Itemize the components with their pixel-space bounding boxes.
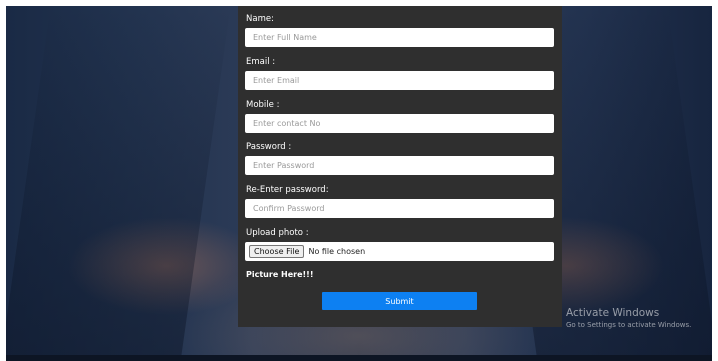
file-status-text: No file chosen <box>308 247 366 256</box>
email-input[interactable]: Enter Email <box>245 71 554 90</box>
picture-placeholder-text: Picture Here!!! <box>246 270 314 279</box>
name-label: Name: <box>246 14 274 24</box>
email-label: Email : <box>246 57 276 67</box>
background-suit-left <box>6 6 231 355</box>
reenter-password-label: Re-Enter password: <box>246 185 329 195</box>
confirm-password-placeholder: Confirm Password <box>253 204 325 213</box>
password-input[interactable]: Enter Password <box>245 156 554 175</box>
registration-form: Name: Enter Full Name Email : Enter Emai… <box>238 6 562 327</box>
submit-button[interactable]: Submit <box>322 292 477 310</box>
confirm-password-input[interactable]: Confirm Password <box>245 199 554 218</box>
choose-file-button[interactable]: Choose File <box>249 245 305 258</box>
bottom-strip <box>6 355 712 361</box>
email-placeholder: Enter Email <box>253 76 300 85</box>
watermark-subtitle: Go to Settings to activate Windows. <box>566 321 692 329</box>
photo-file-input[interactable]: Choose File No file chosen <box>245 242 554 261</box>
password-placeholder: Enter Password <box>253 161 315 170</box>
activate-windows-watermark: Activate Windows Go to Settings to activ… <box>566 307 691 329</box>
password-label: Password : <box>246 142 292 152</box>
mobile-placeholder: Enter contact No <box>253 119 321 128</box>
watermark-title: Activate Windows <box>566 307 660 319</box>
name-placeholder: Enter Full Name <box>253 33 317 42</box>
upload-photo-label: Upload photo : <box>246 228 309 238</box>
mobile-input[interactable]: Enter contact No <box>245 114 554 133</box>
name-input[interactable]: Enter Full Name <box>245 28 554 47</box>
mobile-label: Mobile : <box>246 100 280 110</box>
